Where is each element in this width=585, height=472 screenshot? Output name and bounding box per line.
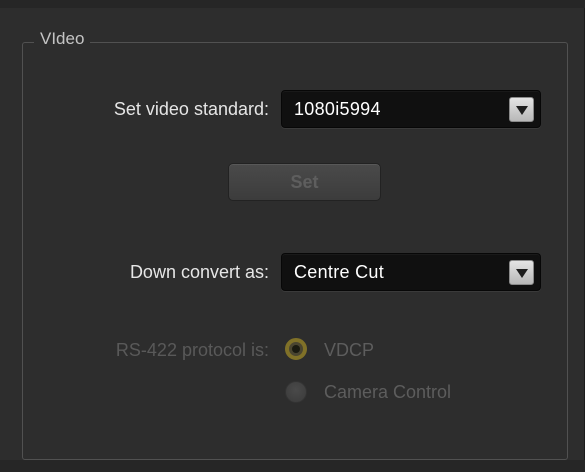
chevron-down-icon[interactable] xyxy=(509,97,534,122)
bottom-edge xyxy=(0,460,585,472)
top-edge xyxy=(0,0,585,8)
video-standard-label: Set video standard: xyxy=(113,99,269,119)
video-standard-value: 1080i5994 xyxy=(294,99,381,119)
video-settings-panel: VIdeo Set video standard: 1080i5994 Set … xyxy=(0,0,585,472)
set-button[interactable]: Set xyxy=(228,163,381,201)
rs422-protocol-label: RS-422 protocol is: xyxy=(115,340,269,360)
radio-vdcp[interactable] xyxy=(285,338,307,360)
chevron-down-icon[interactable] xyxy=(509,260,534,285)
radio-camera-control[interactable] xyxy=(285,381,307,403)
group-title: VIdeo xyxy=(34,29,91,49)
down-convert-label: Down convert as: xyxy=(129,262,269,282)
down-convert-value: Centre Cut xyxy=(294,262,385,282)
radio-vdcp-label[interactable]: VDCP xyxy=(324,340,374,361)
down-convert-dropdown[interactable]: Centre Cut xyxy=(281,253,541,291)
video-standard-dropdown[interactable]: 1080i5994 xyxy=(281,90,541,128)
radio-camera-control-label[interactable]: Camera Control xyxy=(324,382,451,403)
